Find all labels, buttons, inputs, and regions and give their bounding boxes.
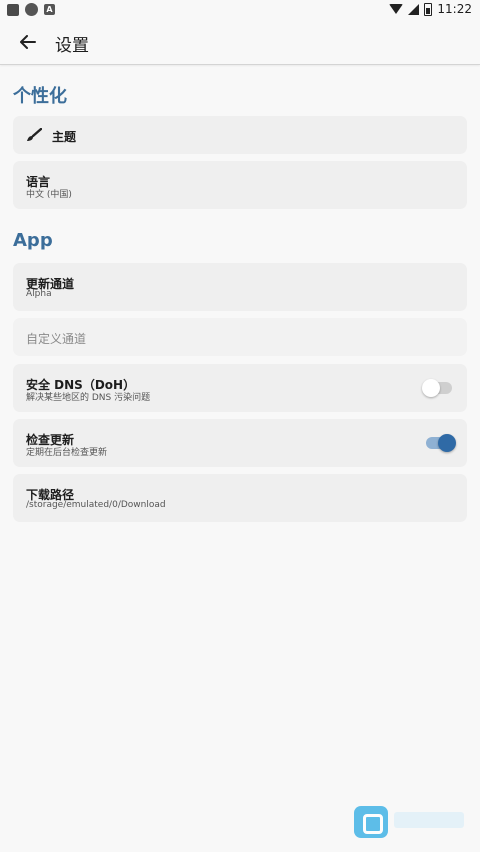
status-bar-left: A [7, 3, 55, 16]
arrow-left-icon [20, 35, 36, 49]
status-time: 11:22 [437, 2, 472, 16]
setting-update-channel-value: Alpha [26, 289, 52, 299]
page-title: 设置 [55, 36, 89, 56]
vpn-icon [25, 3, 38, 16]
setting-theme[interactable]: 主题 [13, 116, 467, 154]
custom-channel-input[interactable]: 自定义通道 [13, 318, 467, 356]
toggle-knob [422, 379, 440, 397]
signal-icon [408, 3, 420, 15]
setting-download-path-value: /storage/emulated/0/Download [26, 500, 166, 510]
setting-download-path[interactable]: 下载路径 /storage/emulated/0/Download [13, 474, 467, 522]
status-bar-right: 11:22 [389, 2, 472, 16]
app-bar: 设置 [0, 20, 480, 65]
setting-check-updates-description: 定期在后台检查更新 [26, 448, 108, 458]
a-icon: A [44, 4, 55, 15]
toggle-knob [438, 434, 456, 452]
brush-icon [27, 128, 42, 141]
setting-secure-dns-description: 解决某些地区的 DNS 污染问题 [26, 393, 151, 403]
setting-language[interactable]: 语言 中文 (中国) [13, 161, 467, 209]
wifi-icon [389, 4, 404, 14]
setting-theme-label: 主题 [52, 130, 77, 144]
watermark-text [394, 812, 464, 828]
secure-dns-toggle[interactable] [422, 379, 452, 397]
section-title-app: App [13, 230, 53, 251]
setting-secure-dns[interactable]: 安全 DNS（DoH） 解决某些地区的 DNS 污染问题 [13, 364, 467, 412]
setting-language-value: 中文 (中国) [26, 190, 72, 200]
back-button[interactable] [13, 28, 43, 56]
status-bar: A 11:22 [0, 0, 480, 20]
section-title-personalization: 个性化 [13, 86, 67, 107]
notification-icon [7, 3, 19, 16]
battery-icon [424, 2, 433, 16]
check-updates-toggle[interactable] [426, 434, 456, 452]
watermark-logo-icon [354, 806, 388, 838]
custom-channel-placeholder: 自定义通道 [26, 332, 87, 346]
setting-update-channel[interactable]: 更新通道 Alpha [13, 263, 467, 311]
setting-check-updates[interactable]: 检查更新 定期在后台检查更新 [13, 419, 467, 467]
